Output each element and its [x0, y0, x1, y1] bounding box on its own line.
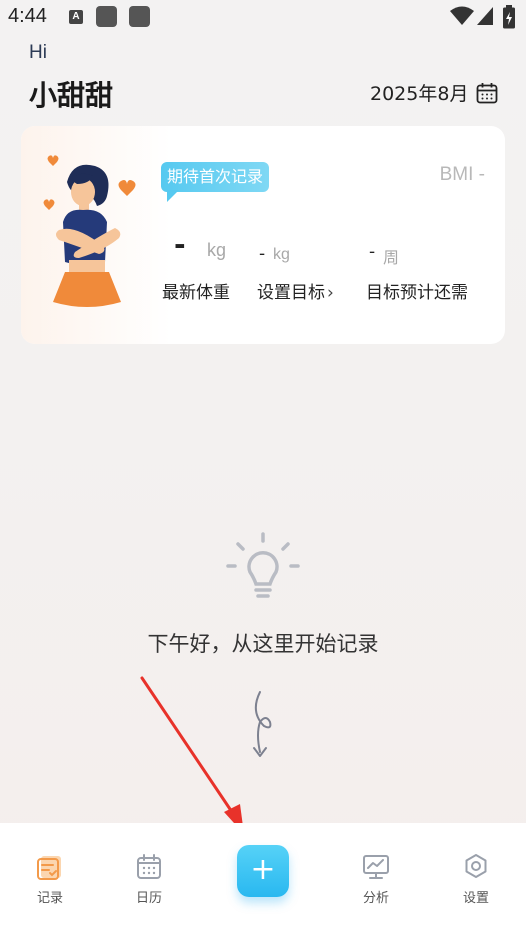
nav-calendar-label: 日历	[135, 891, 162, 906]
goal-weight-value: -	[259, 244, 266, 264]
latest-weight-value: -	[174, 228, 186, 261]
calendar-icon	[137, 854, 161, 879]
signal-icon	[477, 7, 493, 25]
set-goal-label: 设置目标	[257, 283, 325, 303]
date-picker[interactable]: 2025年8月	[370, 79, 498, 106]
bmi-value: BMI -	[439, 164, 485, 185]
woman-hugging-illustration	[43, 155, 136, 307]
notification-icon	[96, 6, 117, 27]
settings-icon	[465, 854, 487, 878]
goal-weight-unit: kg	[273, 246, 290, 263]
record-icon	[37, 856, 61, 880]
lightbulb-icon	[226, 532, 300, 598]
nav-settings[interactable]: 设置	[441, 853, 511, 906]
battery-icon	[503, 5, 515, 29]
notification-icon	[129, 6, 150, 27]
username: 小甜甜	[29, 79, 114, 112]
nav-record-label: 记录	[36, 891, 63, 906]
greeting: Hi	[29, 42, 47, 63]
current-month: 2025年8月	[370, 83, 469, 105]
badge-tail	[167, 190, 179, 202]
nav-analysis-label: 分析	[362, 891, 389, 906]
wifi-icon	[450, 6, 474, 25]
calendar-icon	[477, 82, 498, 103]
nav-record[interactable]: 记录	[15, 853, 85, 906]
set-goal-link[interactable]: 设置目标 ›	[257, 278, 334, 303]
chevron-right-icon: ›	[327, 283, 334, 303]
nav-calendar[interactable]: 日历	[114, 853, 184, 906]
status-bar: 4:44 A	[0, 0, 526, 36]
first-record-badge: 期待首次记录	[161, 162, 270, 192]
latest-weight-unit: kg	[207, 240, 227, 260]
nav-analysis[interactable]: 分析	[341, 853, 411, 906]
bottom-navigation: 记录 日历 + 分析 设置	[0, 823, 526, 936]
status-time: 4:44	[8, 5, 47, 27]
weeks-remaining-label: 目标预计还需	[366, 283, 468, 303]
nav-settings-label: 设置	[462, 891, 489, 906]
add-record-button[interactable]: +	[237, 845, 289, 897]
empty-state-message: 下午好，从这里开始记录	[147, 632, 379, 656]
analysis-icon	[363, 855, 389, 879]
annotation-arrow	[140, 676, 244, 834]
latest-weight-label: 最新体重	[162, 283, 230, 303]
weight-summary-card[interactable]: 期待首次记录 BMI - - kg - kg - 周 最新体重 设置目标 › 目标…	[21, 126, 505, 344]
notification-a-icon: A	[69, 10, 83, 24]
weeks-remaining-unit: 周	[383, 248, 400, 267]
weeks-remaining-value: -	[369, 242, 376, 262]
